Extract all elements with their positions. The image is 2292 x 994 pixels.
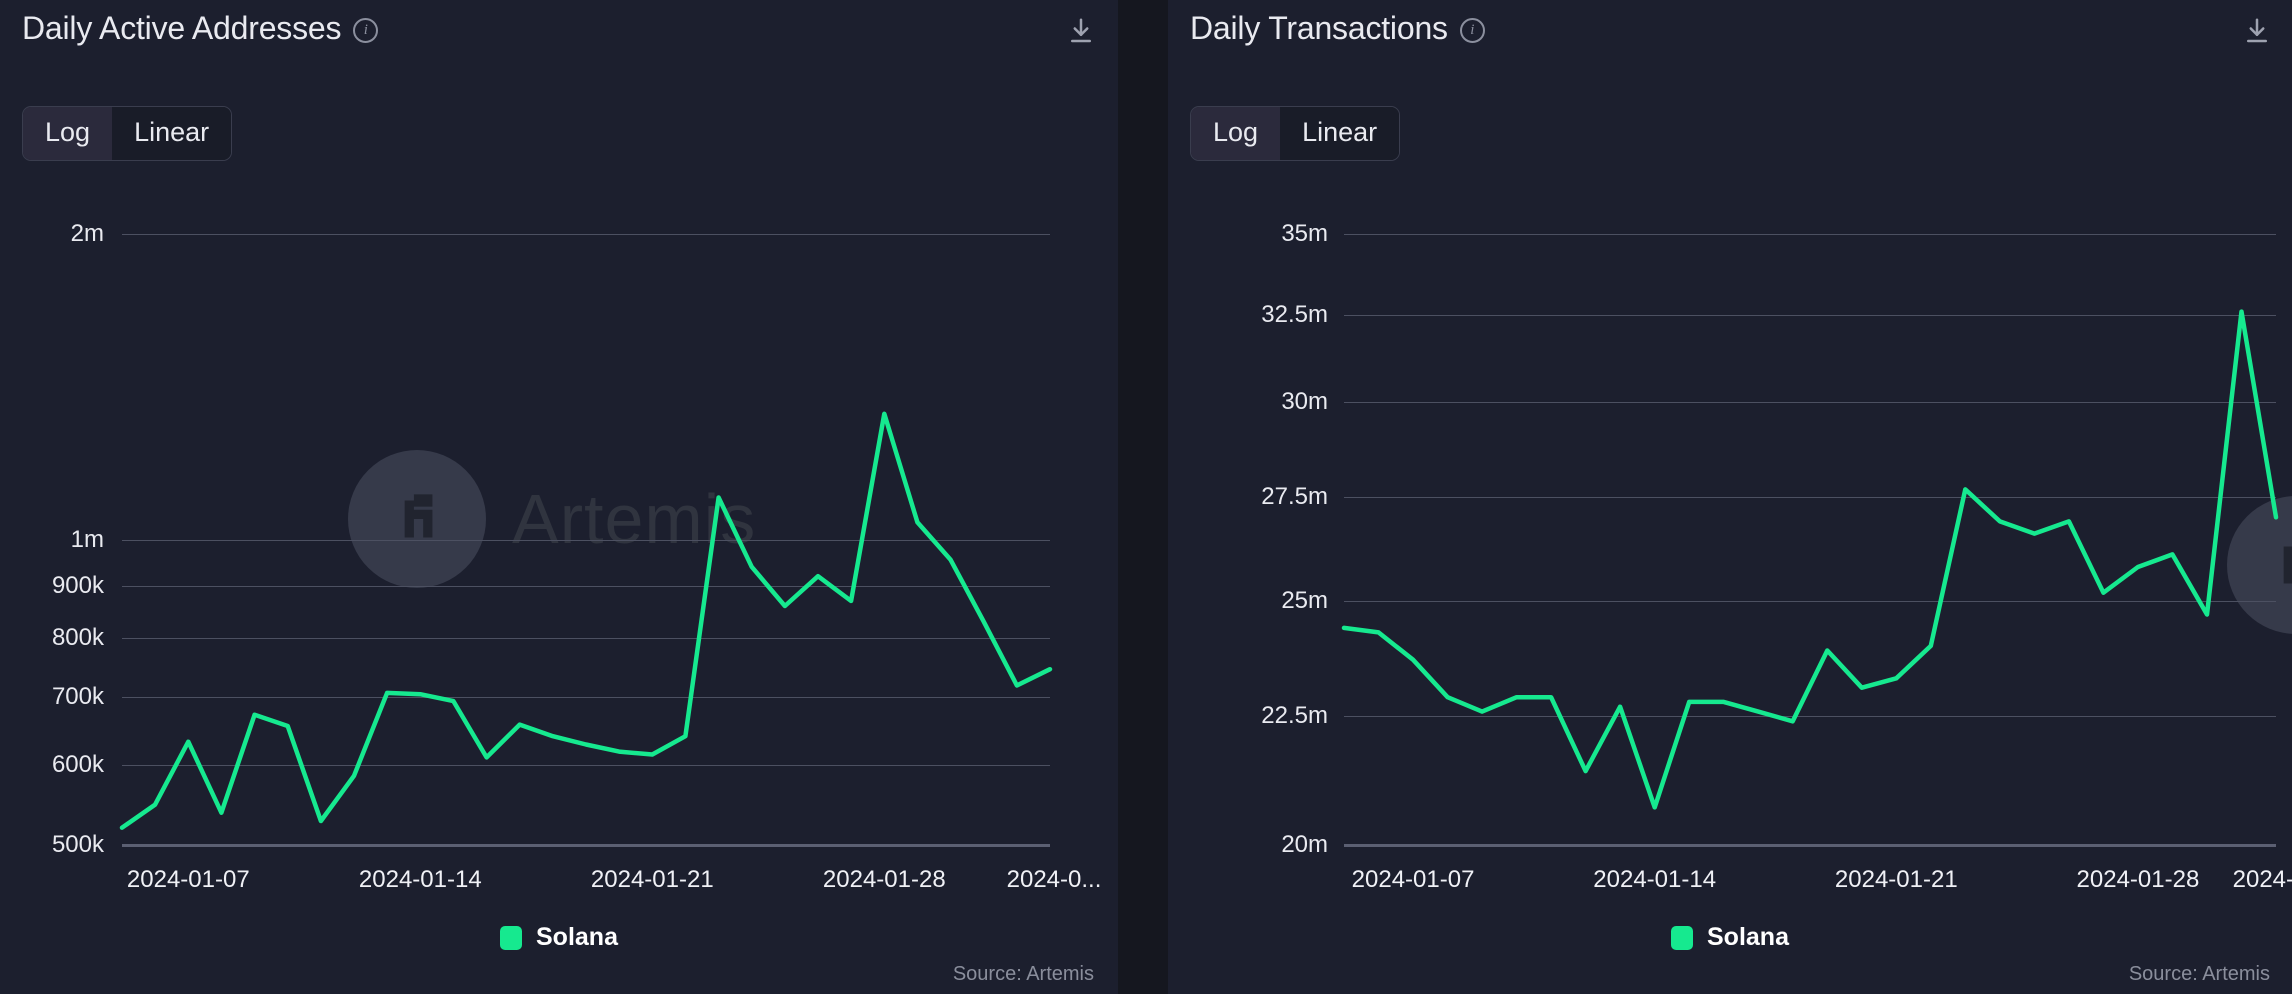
chart-panel-daily-transactions: Daily Transactions i Log Linear Artemis	[1168, 0, 2292, 994]
series-line-solana	[1344, 312, 2276, 808]
line-chart-daily-active-addresses: Artemis 2m1m900k800k700k600k500k2024-01-…	[0, 0, 1118, 994]
legend-swatch-solana	[1671, 926, 1693, 950]
legend-label-solana[interactable]: Solana	[536, 923, 618, 952]
chart-series-layer	[1168, 0, 2292, 994]
legend-label-solana[interactable]: Solana	[1707, 923, 1789, 952]
source-attribution: Source: Artemis	[953, 963, 1094, 986]
series-line-solana	[122, 414, 1050, 828]
dashboard-root: Daily Active Addresses i Log Linear Arte	[0, 0, 2292, 994]
chart-series-layer	[0, 0, 1118, 994]
chart-legend: Solana	[1168, 923, 2292, 952]
panel-divider	[1118, 0, 1168, 994]
source-attribution: Source: Artemis	[2129, 963, 2270, 986]
chart-legend: Solana	[0, 923, 1118, 952]
line-chart-daily-transactions: Artemis 35m32.5m30m27.5m25m22.5m20m2024-…	[1168, 0, 2292, 994]
chart-panel-daily-active-addresses: Daily Active Addresses i Log Linear Arte	[0, 0, 1118, 994]
legend-swatch-solana	[500, 926, 522, 950]
